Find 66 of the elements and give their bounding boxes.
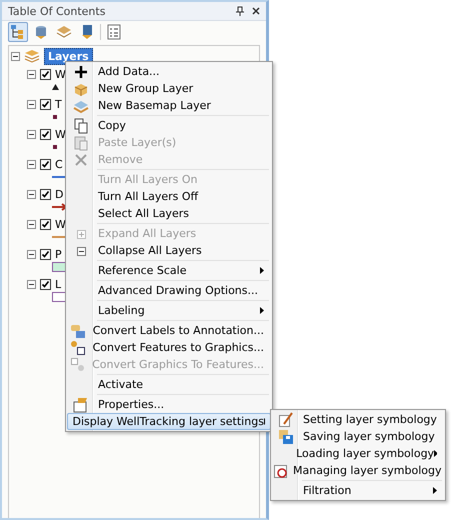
layer-name[interactable]: D bbox=[55, 188, 64, 200]
remove-icon bbox=[73, 152, 89, 168]
layers-icon bbox=[24, 49, 40, 63]
checkbox[interactable] bbox=[40, 98, 51, 110]
properties-icon bbox=[73, 396, 89, 412]
layer-name[interactable]: T bbox=[55, 98, 62, 110]
menu-item[interactable]: Activate bbox=[67, 376, 271, 393]
layer-name[interactable]: C bbox=[55, 158, 63, 170]
menu-item[interactable]: Filtration bbox=[272, 482, 444, 499]
annotation-icon bbox=[70, 322, 86, 338]
menu-item[interactable]: Display WellTracking layer settings bbox=[67, 413, 271, 430]
menu-item[interactable]: Setting layer symbology bbox=[272, 411, 444, 428]
toolbar-button[interactable] bbox=[8, 22, 28, 42]
collapse-icon[interactable] bbox=[27, 130, 36, 138]
collapse-icon[interactable] bbox=[27, 70, 36, 78]
menu-item[interactable]: Saving layer symbology bbox=[272, 428, 444, 445]
menu-item[interactable]: Add Data... bbox=[67, 63, 271, 80]
checkbox[interactable] bbox=[40, 188, 51, 200]
collapse-icon[interactable] bbox=[27, 190, 36, 198]
menu-item[interactable]: Labeling bbox=[67, 302, 271, 319]
graphics-to-features-icon bbox=[70, 356, 86, 372]
checkbox[interactable] bbox=[40, 128, 51, 140]
collapse-icon[interactable] bbox=[27, 280, 36, 288]
checkbox[interactable] bbox=[40, 158, 51, 170]
database-icon bbox=[33, 24, 49, 40]
menu-item[interactable]: Select All Layers bbox=[67, 205, 271, 222]
menu-item[interactable]: Convert Features to Graphics... bbox=[67, 339, 271, 356]
collapse-icon[interactable] bbox=[27, 250, 36, 258]
menu-item[interactable]: Reference Scale bbox=[67, 262, 271, 279]
features-to-graphics-icon bbox=[70, 340, 86, 356]
layer-name[interactable]: P bbox=[55, 248, 62, 260]
checkbox[interactable] bbox=[40, 278, 51, 290]
checkbox[interactable] bbox=[40, 248, 51, 260]
brush-icon bbox=[278, 412, 294, 428]
tree-item[interactable]: Layers bbox=[44, 48, 93, 64]
menu-item[interactable]: Properties... bbox=[67, 396, 271, 413]
menu-item[interactable]: Loading layer symbology bbox=[272, 445, 444, 462]
checkbox[interactable] bbox=[40, 68, 51, 80]
menu-item[interactable]: Managing layer symbology bbox=[272, 462, 444, 479]
checkbox[interactable] bbox=[40, 218, 51, 230]
layer-list-icon bbox=[10, 24, 26, 40]
options-icon bbox=[106, 24, 122, 40]
collapse-icon[interactable] bbox=[27, 100, 36, 108]
layers-icon bbox=[56, 24, 72, 40]
close-icon[interactable] bbox=[252, 7, 260, 15]
layer-name[interactable]: W bbox=[55, 128, 66, 140]
collapse-icon[interactable] bbox=[11, 52, 20, 60]
menu-item[interactable]: Advanced Drawing Options... bbox=[67, 282, 271, 299]
menu-item[interactable]: New Basemap Layer bbox=[67, 97, 271, 114]
menu-item[interactable]: Collapse All Layers bbox=[67, 242, 271, 259]
menu-item[interactable]: Convert Labels to Annotation... bbox=[67, 322, 271, 339]
collapse-icon[interactable] bbox=[27, 220, 36, 228]
layer-name[interactable]: W bbox=[55, 218, 66, 230]
menu-item[interactable]: Copy bbox=[67, 117, 271, 134]
manage-icon bbox=[273, 462, 289, 478]
layer-name[interactable]: W bbox=[55, 68, 66, 80]
save-icon bbox=[278, 428, 294, 444]
copy-icon bbox=[73, 118, 89, 134]
menu-item[interactable]: Turn All Layers Off bbox=[67, 188, 271, 205]
menu-item[interactable]: New Group Layer bbox=[67, 80, 271, 97]
add-icon bbox=[73, 64, 89, 80]
pin-icon[interactable] bbox=[236, 6, 244, 16]
collapse-icon[interactable] bbox=[27, 160, 36, 168]
paste-icon bbox=[73, 134, 89, 150]
layer-name[interactable]: L bbox=[55, 278, 62, 290]
panel-title: Table Of Contents bbox=[8, 4, 106, 18]
